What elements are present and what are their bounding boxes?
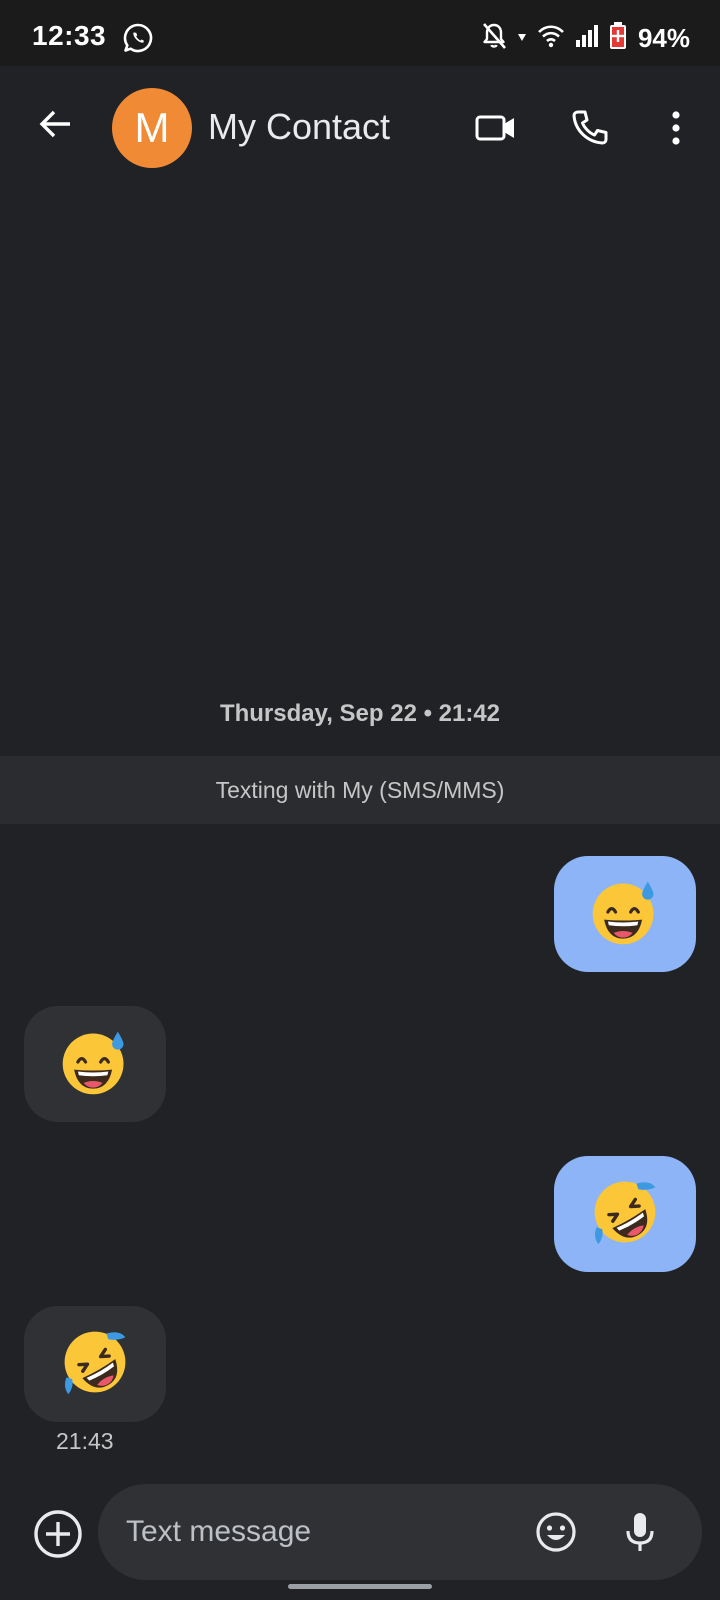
avatar-letter: M (134, 104, 170, 151)
emoji-icon[interactable] (528, 1504, 584, 1560)
battery-percent: 94% (637, 22, 690, 53)
outgoing-message[interactable] (554, 1156, 696, 1272)
rolling-on-the-floor-laughing-emoji (57, 1324, 133, 1405)
more-vert-icon[interactable] (648, 100, 704, 156)
conversation-header: M My Contact (0, 66, 720, 192)
compose-bar (98, 1484, 702, 1580)
data-indicator-icon (516, 21, 528, 56)
message-input[interactable] (126, 1506, 506, 1558)
contact-avatar[interactable]: M (112, 88, 192, 168)
back-arrow-icon[interactable] (28, 96, 84, 152)
gesture-nav-bar[interactable] (288, 1584, 432, 1589)
texting-banner: Texting with My (SMS/MMS) (0, 756, 720, 824)
status-time: 12:33 (32, 20, 107, 51)
whatsapp-icon (122, 22, 154, 54)
status-bar: 12:33 94% (0, 0, 720, 66)
outgoing-message[interactable] (554, 856, 696, 972)
texting-banner-label: Texting with My (SMS/MMS) (215, 776, 505, 803)
grinning-face-with-sweat-emoji (587, 874, 663, 955)
wifi-icon (536, 21, 566, 56)
mic-icon[interactable] (612, 1504, 668, 1560)
signal-icon (574, 21, 600, 56)
date-timestamp: Thursday, Sep 22 • 21:42 (219, 700, 501, 727)
messages-screen: 12:33 94% M My Contact Thursday, Sep 22 … (0, 0, 720, 1600)
phone-icon[interactable] (562, 100, 618, 156)
rolling-on-the-floor-laughing-emoji (587, 1174, 663, 1255)
video-call-icon[interactable] (468, 100, 524, 156)
grinning-face-with-sweat-emoji (57, 1024, 133, 1105)
battery-saver-icon (608, 21, 628, 56)
incoming-message[interactable] (24, 1006, 166, 1122)
contact-name[interactable]: My Contact (208, 106, 390, 148)
add-icon[interactable] (28, 1504, 88, 1564)
incoming-message[interactable] (24, 1306, 166, 1422)
status-icons: 94% (480, 21, 690, 56)
bell-off-icon (480, 21, 508, 56)
message-timestamp: 21:43 (56, 1428, 114, 1454)
